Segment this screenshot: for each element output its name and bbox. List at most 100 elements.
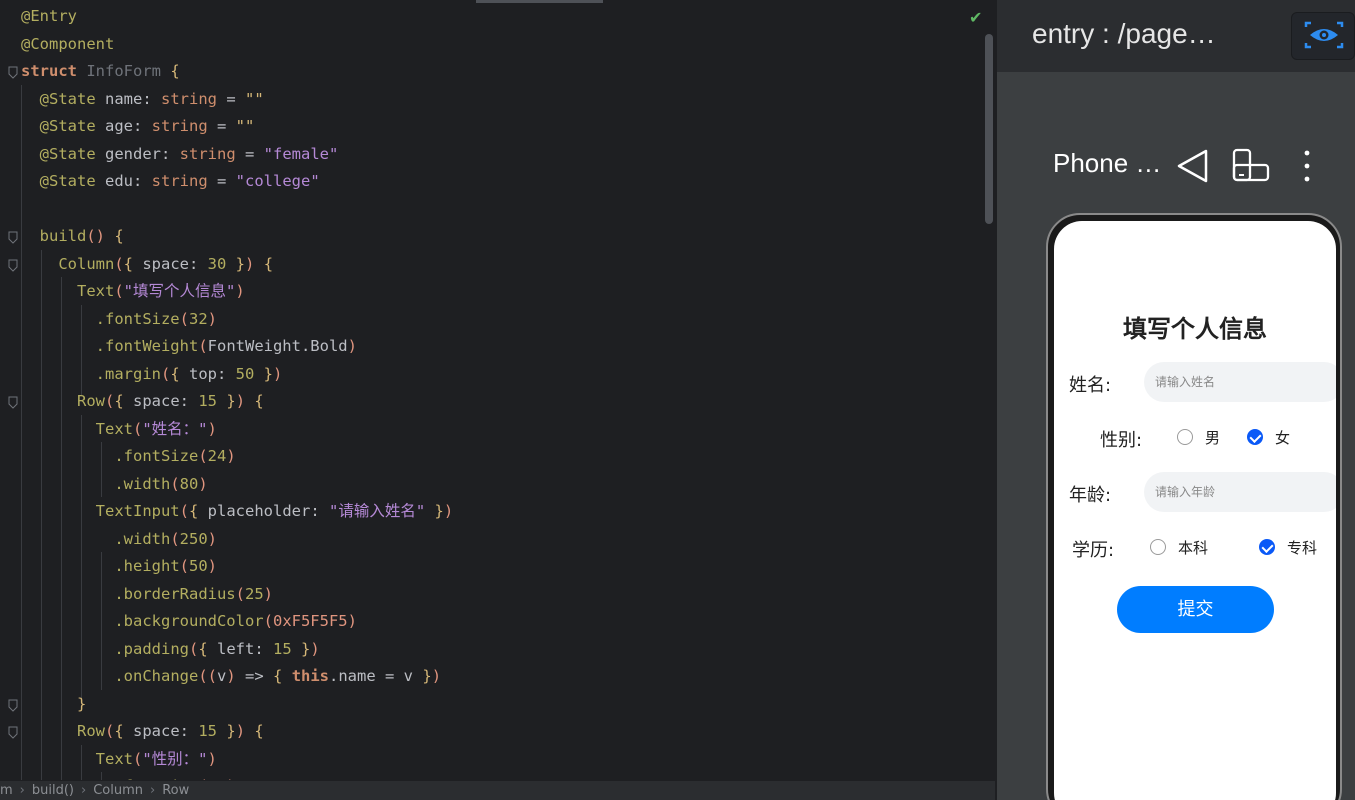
code-token: )	[198, 474, 208, 493]
code-token: FontWeight.Bold	[207, 337, 348, 355]
code-token: (	[179, 557, 189, 575]
code-line[interactable]: .height(50)	[21, 553, 975, 581]
code-token: (	[188, 639, 199, 658]
code-token: }	[434, 502, 444, 520]
code-token: .padding	[114, 639, 189, 658]
code-token: (	[114, 254, 124, 273]
code-line[interactable]: Text("性别：")	[21, 746, 975, 774]
code-token: 80	[179, 474, 199, 493]
check-icon[interactable]: ✔	[969, 8, 982, 27]
code-line[interactable]: .width(250)	[21, 526, 975, 554]
breadcrumb-item[interactable]: m	[0, 781, 13, 800]
fold-marker-icon[interactable]	[7, 66, 19, 79]
code-token: 0xF5F5F5	[272, 612, 348, 630]
fold-marker-icon[interactable]	[7, 699, 19, 712]
code-line[interactable]: @State name: string = ""	[21, 86, 975, 114]
code-token: {	[114, 722, 134, 740]
code-token: left:	[217, 639, 273, 658]
breadcrumb-item[interactable]: Column	[93, 781, 143, 800]
code-line[interactable]: Column({ space: 30 }) {	[21, 251, 975, 279]
code-editor[interactable]: @Entry @Component struct InfoForm { @State…	[0, 0, 995, 780]
code-token: top:	[189, 364, 236, 383]
code-token: (	[132, 419, 143, 438]
back-triangle-icon[interactable]	[1175, 148, 1211, 184]
gender-radio-female[interactable]	[1247, 429, 1263, 445]
code-token: )	[347, 337, 357, 355]
code-token: .name = v	[329, 667, 423, 685]
rotate-device-icon[interactable]	[1231, 148, 1271, 184]
code-token: @State	[39, 144, 105, 163]
code-line[interactable]: @State age: string = ""	[21, 113, 975, 141]
code-line[interactable]: .fontSize(32)	[21, 306, 975, 334]
breadcrumb-item[interactable]: Row	[162, 781, 189, 800]
code-token: (	[170, 474, 180, 493]
code-line[interactable]: Row({ space: 15 }) {	[21, 388, 975, 416]
code-line[interactable]: @State edu: string = "college"	[21, 168, 975, 196]
code-token: "college"	[235, 172, 320, 190]
more-vertical-icon[interactable]	[1300, 148, 1314, 184]
breadcrumb-chevron-icon: ›	[19, 783, 25, 798]
code-line[interactable]	[21, 196, 975, 224]
edu-radio-college[interactable]	[1259, 539, 1275, 555]
code-line[interactable]: @Component	[21, 31, 975, 59]
code-token: v	[217, 667, 227, 685]
breadcrumb-item[interactable]: build()	[32, 781, 74, 800]
vertical-scrollbar[interactable]	[985, 34, 993, 224]
code-token: )	[443, 502, 454, 520]
code-token: )	[207, 309, 218, 328]
code-token: (	[105, 392, 115, 410]
code-token: )	[226, 447, 236, 465]
code-token: string	[161, 89, 217, 108]
gender-radio-male[interactable]	[1177, 429, 1193, 445]
edu-option-bachelor: 本科	[1178, 539, 1209, 557]
code-line[interactable]: .onChange((v) => { this.name = v })	[21, 663, 975, 691]
code-token: this	[291, 667, 330, 685]
fold-marker-icon[interactable]	[7, 726, 19, 739]
code-area[interactable]: @Entry @Component struct InfoForm { @State…	[21, 3, 975, 780]
gutter	[0, 0, 20, 780]
code-line[interactable]: .padding({ left: 15 })	[21, 636, 975, 664]
code-line[interactable]: Text("姓名：")	[21, 416, 975, 444]
fold-marker-icon[interactable]	[7, 396, 19, 409]
code-token: "female"	[263, 144, 339, 163]
code-token: TextInput	[95, 502, 180, 520]
eye-scan-button[interactable]	[1291, 12, 1355, 60]
device-name[interactable]: Phone …	[1053, 148, 1161, 179]
code-line[interactable]: .margin({ top: 50 })	[21, 361, 975, 389]
code-token: )	[207, 749, 217, 768]
code-token: )	[273, 364, 283, 383]
code-line[interactable]: @Entry	[21, 3, 975, 31]
code-line[interactable]: build() {	[21, 223, 975, 251]
code-token: space:	[133, 722, 199, 740]
code-line[interactable]: .fontSize(24)	[21, 773, 975, 780]
code-token: (	[179, 309, 189, 328]
fold-marker-icon[interactable]	[7, 259, 19, 272]
code-token: @Component	[21, 34, 115, 53]
code-line[interactable]: }	[21, 691, 975, 719]
code-token: struct	[21, 62, 87, 80]
code-line[interactable]: struct InfoForm {	[21, 58, 975, 86]
submit-button[interactable]: 提交	[1117, 586, 1274, 633]
name-input[interactable]: 请输入姓名	[1144, 362, 1336, 402]
code-token: )	[235, 282, 245, 300]
code-line[interactable]: @State gender: string = "female"	[21, 141, 975, 169]
fold-marker-icon[interactable]	[7, 231, 19, 244]
breadcrumb-chevron-icon: ›	[150, 783, 156, 798]
code-line[interactable]: .borderRadius(25)	[21, 581, 975, 609]
code-line[interactable]: .fontWeight(FontWeight.Bold)	[21, 333, 975, 361]
code-token: .margin	[95, 364, 161, 383]
gender-option-female: 女	[1275, 429, 1291, 447]
code-line[interactable]: Text("填写个人信息")	[21, 278, 975, 306]
code-line[interactable]: .fontSize(24)	[21, 443, 975, 471]
code-line[interactable]: Row({ space: 15 }) {	[21, 718, 975, 746]
edu-radio-bachelor[interactable]	[1150, 539, 1166, 555]
code-line[interactable]: TextInput({ placeholder: "请输入姓名" })	[21, 498, 975, 526]
code-line[interactable]: .backgroundColor(0xF5F5F5)	[21, 608, 975, 636]
age-input[interactable]: 请输入年龄	[1144, 472, 1336, 512]
code-token: 15	[273, 639, 301, 658]
code-line[interactable]: .width(80)	[21, 471, 975, 499]
